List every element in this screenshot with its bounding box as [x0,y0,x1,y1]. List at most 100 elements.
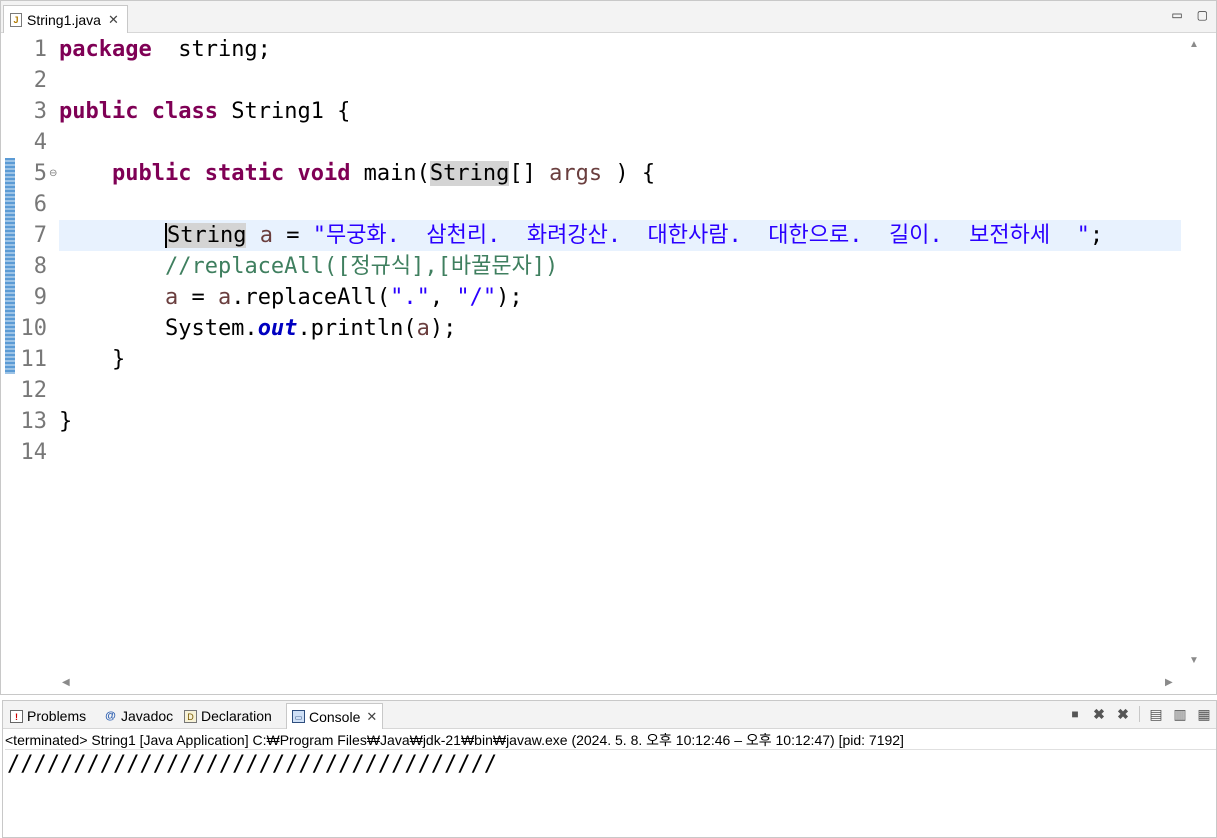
line-number: 10 [20,316,48,341]
tab-label: Console [309,708,361,725]
code-token: class [151,99,218,124]
editor-body[interactable]: 1 2 3 4 5 ⊖ 6 7 8 9 10 11 12 13 14 package string; publ… [1,33,1216,694]
declaration-icon: D [184,709,197,723]
scroll-up-icon[interactable]: ▲ [1189,39,1199,50]
code-token: "무궁화. 삼천리. 화려강산. 대한사람. 대한으로. 길이. 보전하세 " [312,223,1090,248]
line-number-gutter: 1 2 3 4 5 ⊖ 6 7 8 9 10 11 12 13 14 [15,33,57,673]
code-token: a [259,223,273,248]
code-line[interactable]: System.out.println(a); [59,313,1181,344]
tab-label: Declaration [201,708,272,724]
code-token: string; [151,37,271,62]
code-line[interactable]: } [59,406,1181,437]
code-token: ; [1089,223,1104,248]
code-token: } [59,347,126,372]
code-line[interactable]: a = a.replaceAll(".", "/"); [59,282,1181,313]
code-line[interactable] [59,127,1181,158]
javadoc-icon: @ [105,709,116,722]
line-number: 4 [33,130,47,155]
code-token: a [164,285,179,310]
line-number: 2 [33,68,47,93]
view-tab-bar: ! Problems @ Javadoc D Declaration ▭ Con… [3,701,1216,729]
code-token: , [429,285,457,310]
code-token: out [257,316,298,341]
code-token: } [59,409,73,434]
code-token: public [111,161,192,186]
horizontal-scrollbar[interactable]: ◀ ▶ [59,673,1181,693]
editor-tab-bar: J String1.java ✕ ▭ ▢ [1,1,1216,33]
code-token: public [59,99,139,124]
line-number: 6 [33,192,47,217]
line-number: 1 [33,37,47,62]
vertical-scrollbar[interactable]: ▲ ▼ [1182,33,1216,673]
console-output[interactable]: ///////////////////////////////////// [7,751,1216,837]
code-token: a [416,316,430,341]
code-line[interactable] [59,437,1181,468]
code-token: "/" [456,285,497,310]
close-icon[interactable]: ✕ [108,12,119,28]
code-token: .replaceAll( [231,285,391,310]
code-token: String [164,223,247,248]
code-token: System. [59,316,258,341]
line-number: 7 [33,223,47,248]
code-line[interactable] [59,65,1181,96]
code-token: ); [429,316,457,341]
remove-launch-icon[interactable]: ✖ [1091,706,1107,722]
code-line[interactable]: public static void main(String[] args ) … [59,158,1181,189]
maximize-icon[interactable]: ▢ [1197,9,1208,21]
code-token: a [217,285,232,310]
scroll-lock-icon[interactable]: ▥ [1172,706,1188,722]
code-area[interactable]: package string; public class String1 { pu… [59,33,1181,673]
code-token: static [204,161,285,186]
code-line[interactable] [59,375,1181,406]
code-line[interactable]: public class String1 { [59,96,1181,127]
scroll-right-icon[interactable]: ▶ [1165,677,1173,688]
editor-tab-string1-java[interactable]: J String1.java ✕ [3,5,128,33]
code-token: [] [509,161,550,186]
tab-label: Javadoc [121,708,174,724]
code-token: package [59,37,152,62]
clear-console-icon[interactable]: ▤ [1148,706,1164,722]
tab-declaration[interactable]: D Declaration [179,703,277,729]
tab-problems[interactable]: ! Problems [5,703,91,729]
code-token: "." [390,285,430,310]
fold-collapse-icon[interactable]: ⊖ [49,168,57,179]
code-line[interactable]: } [59,344,1181,375]
console-status-line: <terminated> String1 [Java Application] … [5,730,1216,750]
problems-icon: ! [10,709,23,723]
line-number: 13 [20,409,48,434]
tab-javadoc[interactable]: @ Javadoc [99,703,178,729]
remove-all-launches-icon[interactable]: ✖ [1115,706,1131,722]
java-file-icon: J [10,12,22,27]
line-number: 5 [33,161,47,186]
code-token: String1 { [217,99,351,124]
code-token: = [272,223,313,248]
code-token: String [429,161,510,186]
minimize-icon[interactable]: ▭ [1171,9,1182,21]
code-line[interactable]: //replaceAll([정규식],[바꿀문자]) [59,251,1181,282]
toolbar-separator [1139,706,1140,722]
scroll-left-icon[interactable]: ◀ [62,677,70,688]
terminate-icon[interactable]: ■ [1067,706,1083,722]
bottom-panel: ! Problems @ Javadoc D Declaration ▭ Con… [2,700,1217,838]
line-number: 11 [20,347,48,372]
code-token: ); [496,285,523,310]
console-icon: ▭ [292,710,305,723]
scroll-down-icon[interactable]: ▼ [1189,655,1199,666]
close-icon[interactable]: ✕ [366,709,377,725]
word-wrap-icon[interactable]: ▦ [1196,706,1212,722]
editor-tab-label: String1.java [27,11,101,28]
tab-console[interactable]: ▭ Console ✕ [286,703,384,729]
code-line[interactable]: String a = "무궁화. 삼천리. 화려강산. 대한사람. 대한으로. … [59,220,1181,251]
code-token: main( [350,161,430,186]
line-number: 3 [33,99,47,124]
editor-panel: J String1.java ✕ ▭ ▢ 1 2 3 4 5 ⊖ 6 7 8 9 10 11 12 13 1… [0,0,1217,695]
code-line[interactable]: package string; [59,34,1181,65]
code-line[interactable] [59,189,1181,220]
